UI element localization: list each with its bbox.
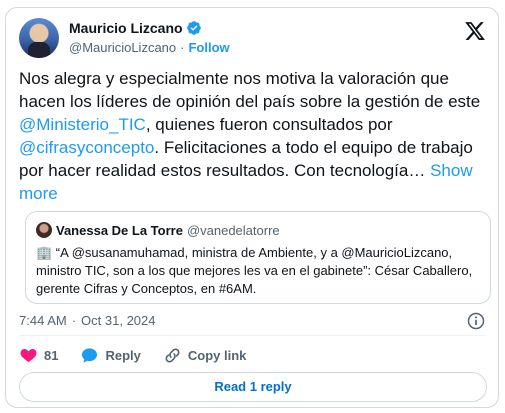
- link-icon: [165, 348, 180, 363]
- reply-bubble-icon: [82, 348, 98, 363]
- author-handle[interactable]: @MauricioLizcano: [69, 40, 176, 55]
- like-count: 81: [44, 348, 59, 363]
- tweet-date: Oct 31, 2024: [81, 313, 156, 328]
- tweet-timestamp[interactable]: 7:44 AM · Oct 31, 2024: [19, 313, 156, 328]
- author-name[interactable]: Mauricio Lizcano: [69, 20, 183, 36]
- info-icon[interactable]: [466, 311, 486, 331]
- reply-button[interactable]: Reply: [80, 346, 141, 365]
- reply-label: Reply: [105, 348, 141, 363]
- tweet-card: Mauricio Lizcano @MauricioLizcano · Foll…: [5, 7, 499, 408]
- heart-icon: [20, 348, 37, 363]
- tweet-text: Nos alegra y especialmente nos motiva la…: [19, 67, 487, 205]
- mention-ministerio-tic[interactable]: @Ministerio_TIC: [19, 115, 146, 134]
- quoted-author-avatar: [36, 222, 52, 238]
- like-button[interactable]: 81: [19, 346, 58, 365]
- separator-dot: ·: [180, 40, 185, 55]
- read-replies-button[interactable]: Read 1 reply: [19, 372, 487, 402]
- verified-badge-icon: [186, 21, 201, 35]
- tweet-time: 7:44 AM: [19, 313, 67, 328]
- x-logo-icon[interactable]: [464, 20, 486, 42]
- quoted-tweet-header: Vanessa De La Torre @vanedelatorre: [36, 222, 280, 238]
- quoted-author-name: Vanessa De La Torre: [56, 222, 183, 238]
- tweet-text-part-1: Nos alegra y especialmente nos motiva la…: [19, 69, 481, 111]
- quoted-author-handle: @vanedelatorre: [186, 222, 280, 238]
- author-handle-line: @MauricioLizcano · Follow: [69, 40, 230, 55]
- tweet-header: Mauricio Lizcano @MauricioLizcano · Foll…: [19, 18, 486, 62]
- divider: [19, 335, 486, 336]
- timestamp-separator: ·: [71, 313, 77, 328]
- follow-button[interactable]: Follow: [188, 40, 229, 55]
- quoted-tweet-text: 🏢 “A @susanamuhamad, ministra de Ambient…: [36, 245, 473, 296]
- quoted-tweet[interactable]: Vanessa De La Torre @vanedelatorre 🏢 “A …: [25, 211, 491, 304]
- mention-cifrasyconcepto[interactable]: @cifrasyconcepto: [19, 138, 154, 157]
- author-avatar[interactable]: [19, 18, 59, 58]
- author-name-line: Mauricio Lizcano: [69, 20, 202, 36]
- tweet-text-part-2: , quienes fueron consultados por: [145, 115, 393, 134]
- copy-link-label: Copy link: [187, 348, 247, 363]
- tweet-actions: 81 Reply Copy link: [19, 346, 268, 365]
- copy-link-button[interactable]: Copy link: [163, 346, 247, 365]
